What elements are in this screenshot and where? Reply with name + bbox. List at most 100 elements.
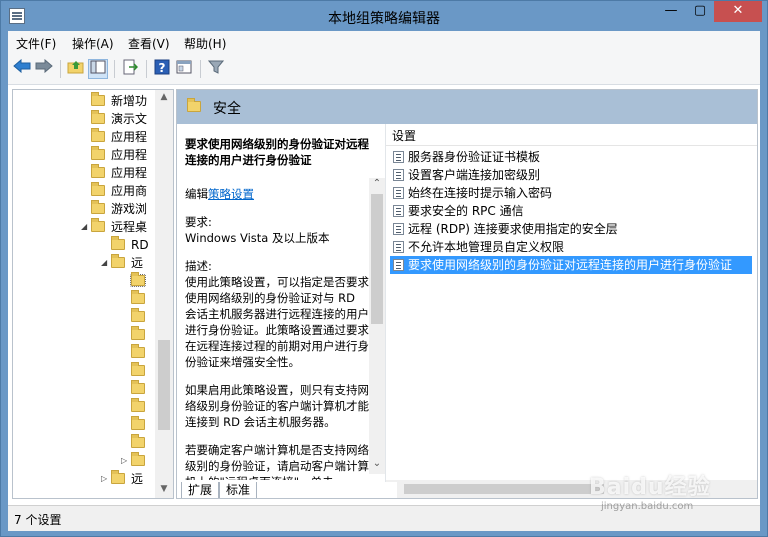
toolbar-separator [146, 60, 147, 78]
tree-scroll-thumb[interactable] [158, 340, 170, 430]
filter-icon[interactable] [206, 59, 226, 79]
details-title: 安全 [213, 101, 241, 117]
policy-setting-icon [393, 223, 404, 235]
tree-item[interactable]: 游戏浏 [91, 200, 147, 218]
details-header: 安全 [177, 90, 757, 124]
tree-item[interactable]: 远 [111, 254, 143, 272]
list-item[interactable]: 服务器身份验证证书模板 [390, 148, 752, 166]
title-bar[interactable]: 本地组策略编辑器 — ▢ ✕ [1, 1, 767, 31]
tree-item[interactable] [131, 344, 151, 362]
collapse-arrow-icon[interactable]: ▷ [101, 470, 107, 488]
policy-setting-icon [393, 259, 404, 271]
tree-item[interactable]: 应用程 [91, 146, 147, 164]
folder-icon [131, 290, 145, 304]
list-item[interactable]: 设置客户端连接加密级别 [390, 166, 752, 184]
settings-column-header[interactable]: 设置 [386, 124, 757, 146]
folder-icon [91, 110, 105, 124]
scroll-down-icon[interactable]: ▼ [158, 484, 170, 494]
tree-item[interactable] [131, 290, 151, 308]
chevron-down-icon[interactable]: ⌄ [369, 458, 385, 469]
maximize-button[interactable]: ▢ [686, 1, 714, 22]
window-title: 本地组策略编辑器 [328, 11, 440, 27]
help-icon[interactable]: ? [152, 59, 172, 79]
description-paragraph: 如果启用此策略设置，则只有支持网络级别身份验证的客户端计算机才能连接到 RD 会… [185, 383, 369, 429]
folder-icon [91, 218, 105, 232]
properties-icon[interactable] [174, 59, 194, 79]
expand-arrow-icon[interactable]: ◢ [101, 254, 107, 272]
list-item[interactable]: 要求安全的 RPC 通信 [390, 202, 752, 220]
minimize-button[interactable]: — [656, 1, 686, 22]
tab-standard[interactable]: 标准 [219, 482, 258, 498]
menu-action[interactable]: 操作(A) [72, 35, 114, 52]
svg-text:?: ? [159, 61, 166, 75]
policy-setting-icon [393, 205, 404, 217]
folder-icon [131, 434, 145, 448]
expand-arrow-icon[interactable]: ◢ [81, 218, 87, 236]
toolbar-separator [60, 60, 61, 78]
menu-file[interactable]: 文件(F) [16, 35, 56, 52]
back-arrow-icon[interactable] [12, 58, 32, 79]
tree-item[interactable]: 应用商 [91, 182, 147, 200]
tree-item-security[interactable] [130, 272, 151, 290]
edit-policy-link[interactable]: 策略设置 [208, 187, 254, 201]
collapse-arrow-icon[interactable]: ▷ [121, 452, 127, 470]
watermark-url: jingyan.baidu.com [601, 501, 694, 512]
tree-item[interactable]: 应用程 [91, 128, 147, 146]
tree-item[interactable] [131, 308, 151, 326]
settings-scroll-thumb[interactable] [404, 484, 604, 494]
list-item-selected[interactable]: 要求使用网络级别的身份验证对远程连接的用户进行身份验证 [390, 256, 752, 274]
folder-icon [91, 146, 105, 160]
folder-icon [131, 452, 145, 466]
tree-item[interactable] [131, 326, 151, 344]
export-list-icon[interactable] [120, 59, 140, 79]
policy-setting-icon [393, 241, 404, 253]
list-item[interactable]: 远程 (RDP) 连接要求使用指定的安全层 [390, 220, 752, 238]
description-scroll-thumb[interactable] [371, 194, 383, 324]
tree-item[interactable] [131, 362, 151, 380]
tree-vertical-scrollbar[interactable]: ▲ ▼ [155, 90, 173, 498]
scroll-up-icon[interactable]: ▲ [158, 92, 170, 102]
description-vertical-scrollbar[interactable]: ⌃ ⌄ [369, 178, 385, 474]
toolbar-separator [114, 60, 115, 78]
menu-bar: 文件(F) 操作(A) 查看(V) 帮助(H) [8, 31, 760, 53]
tree-item[interactable] [131, 416, 151, 434]
description-label: 描述: [185, 259, 212, 273]
folder-icon [131, 398, 145, 412]
main-window: 本地组策略编辑器 — ▢ ✕ 文件(F) 操作(A) 查看(V) 帮助(H) ? [0, 0, 768, 537]
tree-item[interactable]: 应用程 [91, 164, 147, 182]
up-folder-icon[interactable] [66, 59, 86, 79]
status-text: 7 个设置 [14, 513, 62, 527]
tree-item[interactable] [131, 452, 151, 470]
menu-view[interactable]: 查看(V) [128, 35, 170, 52]
folder-icon [91, 182, 105, 196]
list-item[interactable]: 始终在连接时提示输入密码 [390, 184, 752, 202]
tree-item[interactable]: 演示文 [91, 110, 147, 128]
folder-icon [130, 272, 146, 287]
forward-arrow-icon[interactable] [34, 58, 54, 79]
tab-extended[interactable]: 扩展 [181, 482, 220, 498]
chevron-up-icon[interactable]: ⌃ [369, 178, 385, 189]
tree-item[interactable] [131, 434, 151, 452]
folder-icon [131, 308, 145, 322]
tree-item[interactable]: RD [111, 236, 149, 254]
tree-item[interactable]: 远程桌 [91, 218, 147, 236]
folder-icon [131, 380, 145, 394]
tree-item[interactable]: 新增功 [91, 92, 147, 110]
tree-item[interactable]: 远 [111, 470, 143, 488]
policy-heading: 要求使用网络级别的身份验证对远程连接的用户进行身份验证 [185, 137, 369, 167]
folder-icon [91, 128, 105, 142]
settings-list: 设置 服务器身份验证证书模板 设置客户端连接加密级别 始终在连接时提示输入密码 … [385, 124, 757, 498]
folder-icon [131, 362, 145, 376]
requirement-value: Windows Vista 及以上版本 [185, 231, 330, 245]
list-item[interactable]: 不允许本地管理员自定义权限 [390, 238, 752, 256]
toolbar-separator [200, 60, 201, 78]
tree-item[interactable] [131, 398, 151, 416]
show-hide-tree-icon[interactable] [88, 59, 108, 79]
close-button[interactable]: ✕ [714, 1, 762, 22]
menu-help[interactable]: 帮助(H) [184, 35, 226, 52]
tree-item[interactable] [131, 380, 151, 398]
folder-icon [111, 236, 125, 250]
folder-icon [91, 164, 105, 178]
folder-icon [131, 416, 145, 430]
folder-icon [187, 98, 201, 112]
